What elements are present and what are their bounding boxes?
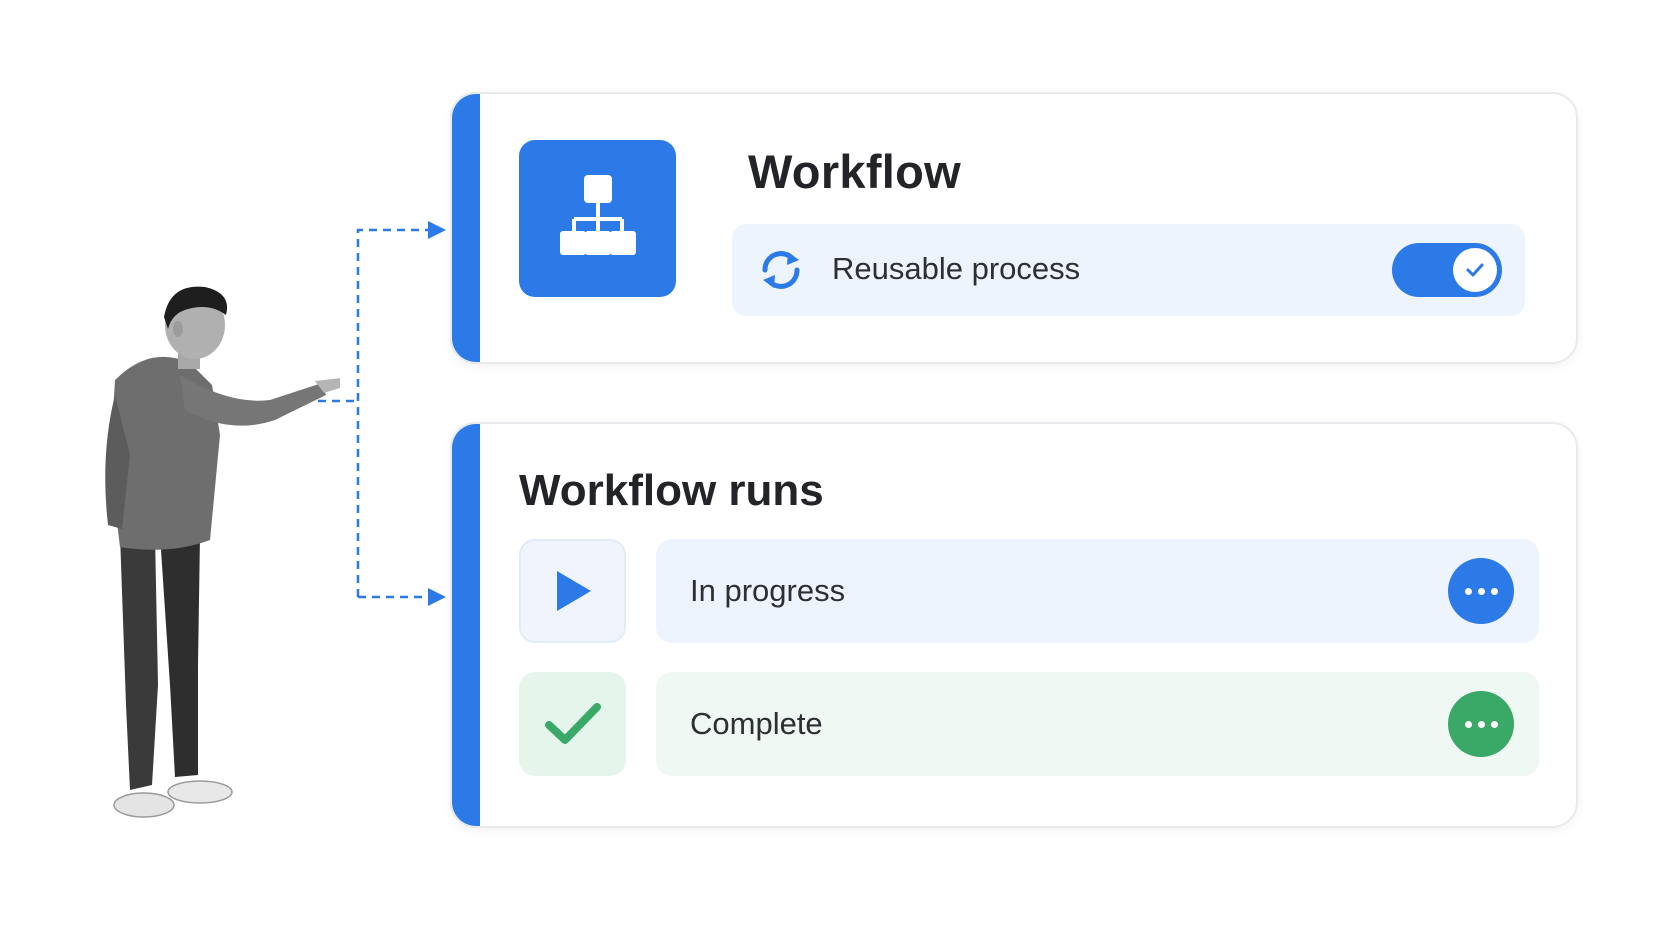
run-row-complete: Complete bbox=[519, 672, 1539, 776]
checkmark-icon bbox=[1466, 263, 1484, 277]
workflow-runs-title: Workflow runs bbox=[519, 466, 824, 515]
person-illustration bbox=[105, 286, 340, 818]
reusable-process-label: Reusable process bbox=[832, 251, 1081, 286]
run-bar-complete[interactable]: Complete bbox=[656, 672, 1539, 776]
check-glyph bbox=[544, 703, 601, 744]
more-options-button[interactable] bbox=[1448, 558, 1514, 624]
more-icon-dot bbox=[1490, 587, 1498, 595]
refresh-icon bbox=[762, 251, 800, 289]
org-chart-glyph bbox=[559, 174, 636, 255]
more-icon-dot bbox=[1490, 720, 1498, 728]
card-accent-bar bbox=[452, 94, 480, 362]
toggle-knob bbox=[1453, 248, 1497, 292]
reusable-process-toggle[interactable] bbox=[1392, 243, 1502, 297]
workflow-card: Workflow Reusable process bbox=[450, 92, 1578, 364]
more-icon-dot bbox=[1477, 587, 1485, 595]
run-row-in-progress: In progress bbox=[519, 539, 1539, 643]
more-icon-dot bbox=[1477, 720, 1485, 728]
more-options-button[interactable] bbox=[1448, 691, 1514, 757]
play-glyph bbox=[556, 571, 591, 611]
check-icon[interactable] bbox=[519, 672, 626, 776]
more-icon bbox=[1464, 587, 1472, 595]
stage: Workflow Reusable process Workflow runs bbox=[0, 0, 1672, 941]
play-icon[interactable] bbox=[519, 539, 626, 643]
org-chart-icon bbox=[519, 140, 676, 297]
workflow-runs-card: Workflow runs In progress Complete bbox=[450, 422, 1578, 828]
more-icon bbox=[1464, 720, 1472, 728]
workflow-title: Workflow bbox=[748, 145, 962, 198]
run-status-label: In progress bbox=[690, 573, 846, 608]
run-status-label: Complete bbox=[690, 706, 823, 741]
reusable-process-row[interactable]: Reusable process bbox=[732, 224, 1525, 316]
run-bar-in-progress[interactable]: In progress bbox=[656, 539, 1539, 643]
card-accent-bar bbox=[452, 424, 480, 826]
